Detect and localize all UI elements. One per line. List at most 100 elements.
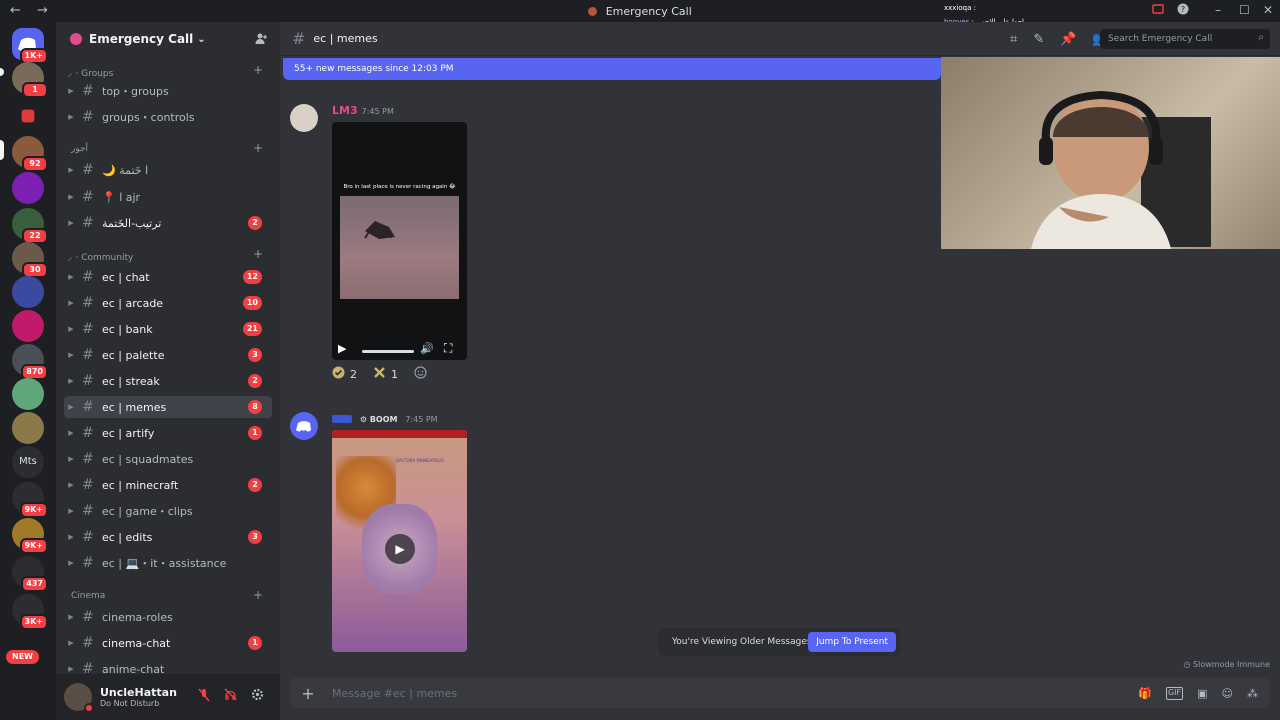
channel-item[interactable]: ▶ # ترتيب-الخَتمة 2 [64, 212, 272, 234]
video-player[interactable]: DAYTONA MINNEAPOLIS ▶ [332, 430, 467, 652]
expand-arrow-icon[interactable]: ▶ [64, 613, 78, 621]
server-icon[interactable] [12, 310, 44, 342]
jump-to-present-button[interactable]: Jump To Present [808, 632, 896, 652]
channel-item[interactable]: ▶ # ec | arcade 10 [64, 292, 272, 314]
apps-icon[interactable]: ⁂ [1247, 687, 1258, 700]
server-icon-mts[interactable]: Mts [12, 446, 44, 478]
channel-item[interactable]: ▶ # ec | 💻・it・assistance [64, 552, 272, 574]
video-player[interactable]: Bro in last place is never racing again … [332, 122, 467, 360]
server-icon-red[interactable] [21, 109, 35, 123]
maximize-icon[interactable]: ☐ [1239, 3, 1250, 17]
channel-item[interactable]: ▶ # 🌙 ا خَتمة [64, 159, 272, 181]
avatar[interactable] [64, 683, 94, 713]
server-icon[interactable] [12, 172, 44, 204]
channel-item[interactable]: ▶ # ec | streak 2 [64, 370, 272, 392]
expand-arrow-icon[interactable]: ▶ [64, 455, 78, 463]
play-button-icon[interactable]: ▶ [385, 534, 415, 564]
expand-arrow-icon[interactable]: ▶ [64, 113, 78, 121]
server-icon[interactable] [12, 276, 44, 308]
channel-item[interactable]: ▶ # ec | artify 1 [64, 422, 272, 444]
expand-arrow-icon[interactable]: ▶ [64, 665, 78, 673]
channel-category[interactable]: أجور + [68, 141, 263, 155]
author-avatar[interactable] [290, 104, 318, 132]
expand-arrow-icon[interactable]: ▶ [64, 429, 78, 437]
channel-category[interactable]: ⸝ · Groups + [68, 63, 263, 79]
server-icon[interactable]: 1 [12, 62, 48, 98]
channel-item[interactable]: ▶ # ec | memes 8 [64, 396, 272, 418]
search-input[interactable]: Search Emergency Call ⌕ [1100, 29, 1270, 49]
deafen-icon[interactable] [224, 688, 237, 706]
message-author[interactable]: ⚙ BOOM 7:45 PM [332, 412, 438, 425]
channel-item[interactable]: ▶ # top・groups [64, 80, 272, 102]
gift-icon[interactable]: 🎁 [1138, 687, 1152, 700]
close-icon[interactable]: ✕ [1263, 3, 1273, 17]
expand-arrow-icon[interactable]: ▶ [64, 87, 78, 95]
inbox-icon[interactable] [1152, 3, 1164, 18]
expand-arrow-icon[interactable]: ▶ [64, 481, 78, 489]
sticker-icon[interactable]: ▣ [1197, 687, 1207, 700]
fullscreen-icon[interactable]: ⛶ [444, 341, 452, 356]
server-icon[interactable]: 30 [12, 242, 48, 278]
expand-arrow-icon[interactable]: ▶ [64, 377, 78, 385]
channel-item[interactable]: ▶ # groups・controls [64, 106, 272, 128]
pinned-messages-icon[interactable]: 📌 [1060, 32, 1076, 47]
mute-mic-icon[interactable] [198, 688, 210, 706]
expand-arrow-icon[interactable]: ▶ [64, 219, 78, 227]
expand-arrow-icon[interactable]: ▶ [64, 507, 78, 515]
emoji-icon[interactable]: ☺ [1222, 687, 1233, 700]
new-servers-pill[interactable]: NEW [6, 650, 39, 664]
reaction-check[interactable]: 2 [332, 366, 357, 382]
server-icon[interactable] [12, 412, 44, 444]
expand-arrow-icon[interactable]: ▶ [64, 351, 78, 359]
expand-arrow-icon[interactable]: ▶ [64, 193, 78, 201]
server-icon[interactable]: 92 [12, 136, 48, 172]
channel-item[interactable]: ▶ # cinema-chat 1 [64, 632, 272, 654]
threads-icon[interactable]: ⌗ [1010, 32, 1017, 47]
channel-item[interactable]: ▶ # ec | edits 3 [64, 526, 272, 548]
guild-header[interactable]: Emergency Call ⌄ [56, 22, 280, 56]
add-channel-icon[interactable]: + [253, 141, 263, 155]
server-icon[interactable]: 870 [12, 344, 48, 380]
message-author[interactable]: LM3 7:45 PM [332, 104, 394, 117]
message-composer[interactable]: + Message #ec | memes 🎁 GIF ▣ ☺ ⁂ [290, 678, 1270, 708]
channel-item[interactable]: ▶ # ec | minecraft 2 [64, 474, 272, 496]
server-icon[interactable] [12, 378, 44, 410]
play-icon[interactable]: ▶ [338, 342, 346, 355]
channel-item[interactable]: ▶ # ec | bank 21 [64, 318, 272, 340]
channel-item[interactable]: ▶ # ec | game・clips [64, 500, 272, 522]
expand-arrow-icon[interactable]: ▶ [64, 325, 78, 333]
add-channel-icon[interactable]: + [253, 63, 263, 77]
channel-item[interactable]: ▶ # ec | chat 12 [64, 266, 272, 288]
settings-gear-icon[interactable] [251, 688, 264, 706]
new-messages-bar[interactable]: 55+ new messages since 12:03 PM [283, 58, 941, 80]
reaction-cross[interactable]: 1 [373, 366, 398, 382]
expand-arrow-icon[interactable]: ▶ [64, 166, 78, 174]
mute-notifications-icon[interactable]: ✎ [1033, 32, 1044, 47]
server-folder[interactable]: 9K+ [12, 482, 48, 518]
channel-item[interactable]: ▶ # ec | palette 3 [64, 344, 272, 366]
add-channel-icon[interactable]: + [253, 588, 263, 602]
expand-arrow-icon[interactable]: ▶ [64, 273, 78, 281]
expand-arrow-icon[interactable]: ▶ [64, 559, 78, 567]
add-channel-icon[interactable]: + [253, 247, 263, 261]
author-avatar[interactable] [290, 412, 318, 440]
channel-item[interactable]: ▶ # cinema-roles [64, 606, 272, 628]
gif-icon[interactable]: GIF [1165, 686, 1184, 700]
minimize-icon[interactable]: – [1215, 3, 1221, 17]
expand-arrow-icon[interactable]: ▶ [64, 403, 78, 411]
server-folder[interactable]: 3K+ [12, 594, 48, 630]
volume-icon[interactable]: 🔊 [420, 342, 434, 355]
expand-arrow-icon[interactable]: ▶ [64, 533, 78, 541]
help-icon[interactable]: ? [1177, 3, 1189, 18]
server-icon[interactable]: 22 [12, 208, 48, 244]
seek-bar[interactable] [362, 350, 414, 353]
add-member-icon[interactable] [255, 32, 268, 49]
channel-category[interactable]: ⸝ · Community + [68, 247, 263, 263]
upload-plus-icon[interactable]: + [290, 684, 326, 703]
expand-arrow-icon[interactable]: ▶ [64, 639, 78, 647]
user-info[interactable]: UncleHattan Do Not Disturb [100, 686, 177, 708]
channel-item[interactable]: ▶ # 📍 ا ajr [64, 186, 272, 208]
direct-messages-button[interactable]: 1K+ [12, 28, 48, 64]
channel-category[interactable]: Cinema + [68, 588, 263, 602]
channel-item[interactable]: ▶ # ec | squadmates [64, 448, 272, 470]
